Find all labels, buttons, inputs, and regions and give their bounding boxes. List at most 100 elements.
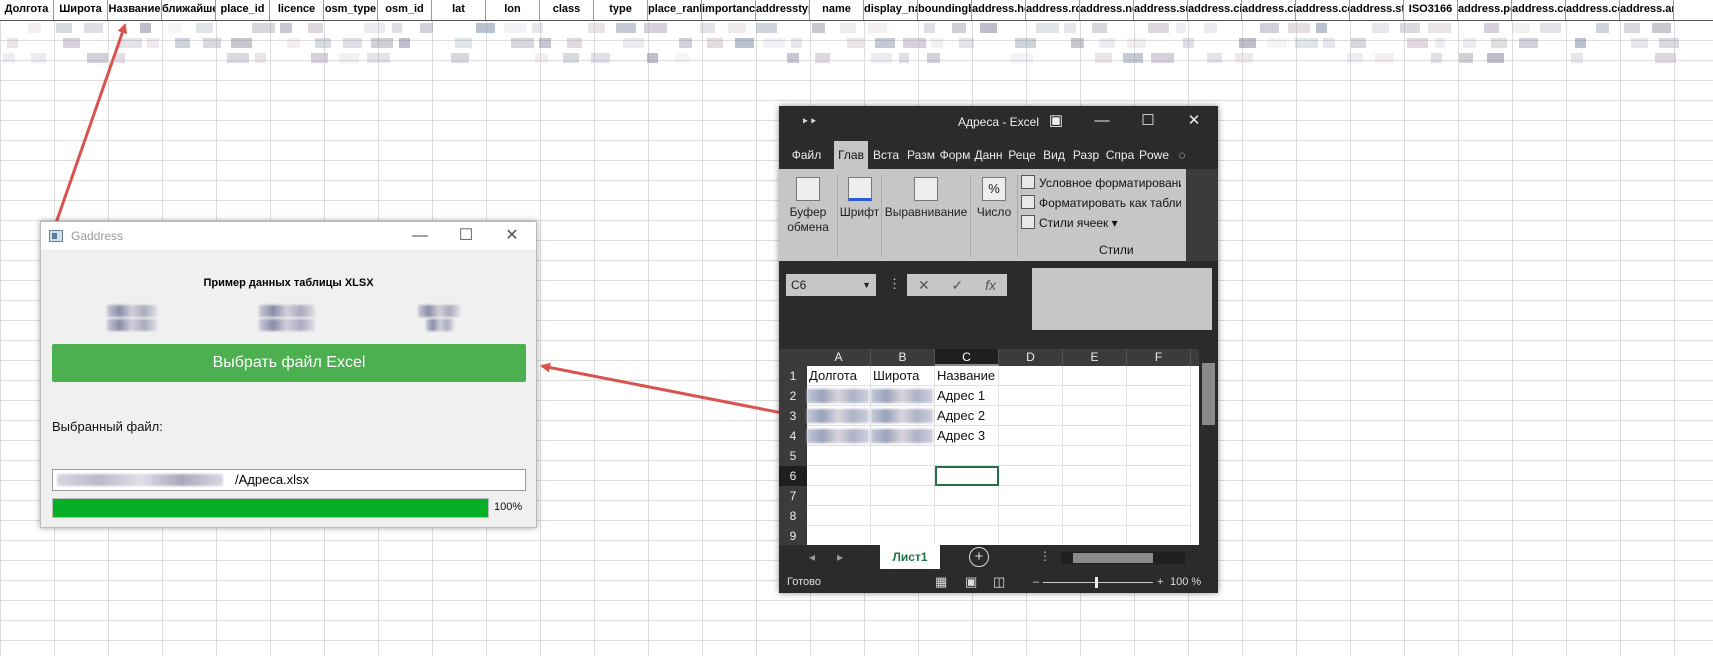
- format-as-table-button[interactable]: Форматировать как таблицу: [1021, 193, 1181, 213]
- column-header[interactable]: C: [935, 349, 999, 366]
- ribbon-tab[interactable]: Разр: [1069, 141, 1103, 169]
- ribbon-tab[interactable]: Вид: [1039, 141, 1069, 169]
- cell[interactable]: [999, 486, 1063, 506]
- cell[interactable]: [935, 486, 999, 506]
- cell[interactable]: [807, 426, 871, 446]
- column-header[interactable]: B: [871, 349, 935, 366]
- cell[interactable]: [999, 406, 1063, 426]
- cell[interactable]: Адрес 1: [935, 386, 999, 406]
- conditional-formatting-button[interactable]: Условное форматирование: [1021, 173, 1181, 193]
- cell[interactable]: [935, 526, 999, 545]
- cell[interactable]: [1063, 486, 1127, 506]
- active-cell[interactable]: [935, 466, 999, 486]
- cell[interactable]: [999, 506, 1063, 526]
- cell[interactable]: [999, 366, 1063, 386]
- cell[interactable]: [935, 506, 999, 526]
- maximize-icon[interactable]: ☐: [1125, 106, 1171, 138]
- cell[interactable]: [999, 466, 1063, 486]
- cell[interactable]: [1127, 466, 1191, 486]
- cell[interactable]: [807, 486, 871, 506]
- normal-view-icon[interactable]: ▦: [935, 571, 947, 593]
- cell[interactable]: [807, 526, 871, 545]
- number-group[interactable]: % Число: [971, 169, 1017, 261]
- sheet-tab[interactable]: Лист1: [880, 545, 940, 569]
- select-all-corner[interactable]: [779, 349, 807, 366]
- vertical-scroll-thumb[interactable]: [1202, 363, 1215, 425]
- close-icon[interactable]: ✕: [1171, 106, 1217, 138]
- cell[interactable]: [999, 426, 1063, 446]
- cell[interactable]: [1063, 446, 1127, 466]
- row-header[interactable]: 1: [779, 366, 807, 386]
- cell[interactable]: [871, 526, 935, 545]
- excel-titlebar[interactable]: ‣‣ Адреса - Excel ▣ — ☐ ✕: [779, 106, 1218, 138]
- column-header[interactable]: A: [807, 349, 871, 366]
- ribbon-tab[interactable]: Реце: [1005, 141, 1039, 169]
- cell[interactable]: [1063, 366, 1127, 386]
- cell[interactable]: [1127, 526, 1191, 545]
- row-header[interactable]: 2: [779, 386, 807, 406]
- ribbon-tab[interactable]: Спра: [1103, 141, 1137, 169]
- column-header[interactable]: E: [1063, 349, 1127, 366]
- cell[interactable]: [1063, 506, 1127, 526]
- cell[interactable]: [1063, 386, 1127, 406]
- cell[interactable]: [999, 446, 1063, 466]
- cell[interactable]: [999, 526, 1063, 545]
- chevron-down-icon[interactable]: ▼: [862, 274, 871, 296]
- cell[interactable]: [935, 446, 999, 466]
- alignment-group[interactable]: Выравнивание: [882, 169, 970, 261]
- cancel-icon[interactable]: ✕: [918, 274, 930, 296]
- ribbon-tab[interactable]: Файл: [779, 141, 834, 169]
- cell[interactable]: [871, 486, 935, 506]
- vertical-scrollbar[interactable]: [1199, 349, 1218, 545]
- cell[interactable]: [1127, 406, 1191, 426]
- row-header[interactable]: 8: [779, 506, 807, 526]
- ribbon-display-icon[interactable]: ▣: [1033, 106, 1079, 138]
- cell[interactable]: Адрес 3: [935, 426, 999, 446]
- row-header[interactable]: 4: [779, 426, 807, 446]
- cell[interactable]: [1063, 526, 1127, 545]
- horizontal-scroll-thumb[interactable]: [1073, 553, 1153, 563]
- zoom-in-icon[interactable]: +: [1157, 571, 1163, 593]
- cell[interactable]: [807, 406, 871, 426]
- ribbon-tab[interactable]: Разм: [904, 141, 938, 169]
- clipboard-group[interactable]: Буфер обмена: [779, 169, 837, 261]
- gaddress-titlebar[interactable]: Gaddress — ☐ ✕: [41, 222, 536, 250]
- lightbulb-icon[interactable]: ◌: [1171, 141, 1193, 169]
- minimize-icon[interactable]: —: [1079, 106, 1125, 138]
- cell[interactable]: Название: [935, 366, 999, 386]
- cell-styles-button[interactable]: Стили ячеек ▾: [1021, 213, 1181, 233]
- ribbon-tab[interactable]: Форм: [938, 141, 972, 169]
- page-break-icon[interactable]: ◫: [993, 571, 1005, 593]
- maximize-icon[interactable]: ☐: [443, 222, 489, 250]
- formula-input[interactable]: [1032, 268, 1212, 330]
- cell[interactable]: [1127, 426, 1191, 446]
- cell[interactable]: [807, 506, 871, 526]
- insert-function-icon[interactable]: fx: [985, 274, 996, 296]
- cell[interactable]: Адрес 2: [935, 406, 999, 426]
- row-header[interactable]: 9: [779, 526, 807, 545]
- add-sheet-icon[interactable]: +: [969, 547, 989, 567]
- worksheet-grid[interactable]: ABCDEF 1 Долгота Широта Название 2 Адрес 1 3 Ад…: [779, 349, 1199, 545]
- file-path-field[interactable]: /Адреса.xlsx: [52, 469, 526, 491]
- cell[interactable]: [807, 466, 871, 486]
- font-group[interactable]: Шрифт: [838, 169, 881, 261]
- cell[interactable]: [871, 466, 935, 486]
- zoom-slider[interactable]: [1043, 582, 1153, 583]
- column-header[interactable]: D: [999, 349, 1063, 366]
- row-header[interactable]: 6: [779, 466, 807, 486]
- horizontal-scrollbar[interactable]: [1061, 552, 1185, 564]
- close-icon[interactable]: ✕: [489, 222, 535, 250]
- cell[interactable]: Долгота: [807, 366, 871, 386]
- cell[interactable]: [1127, 386, 1191, 406]
- name-box[interactable]: C6 ▼: [786, 274, 876, 296]
- cell[interactable]: [871, 426, 935, 446]
- select-excel-file-button[interactable]: Выбрать файл Excel: [52, 344, 526, 382]
- ribbon-tab[interactable]: Powe: [1137, 141, 1171, 169]
- cell[interactable]: [1127, 446, 1191, 466]
- sheet-next-icon[interactable]: ▸: [837, 550, 843, 564]
- column-header[interactable]: F: [1127, 349, 1191, 366]
- cell[interactable]: [871, 446, 935, 466]
- cell[interactable]: [1127, 486, 1191, 506]
- cell[interactable]: [871, 406, 935, 426]
- zoom-out-icon[interactable]: –: [1033, 571, 1039, 593]
